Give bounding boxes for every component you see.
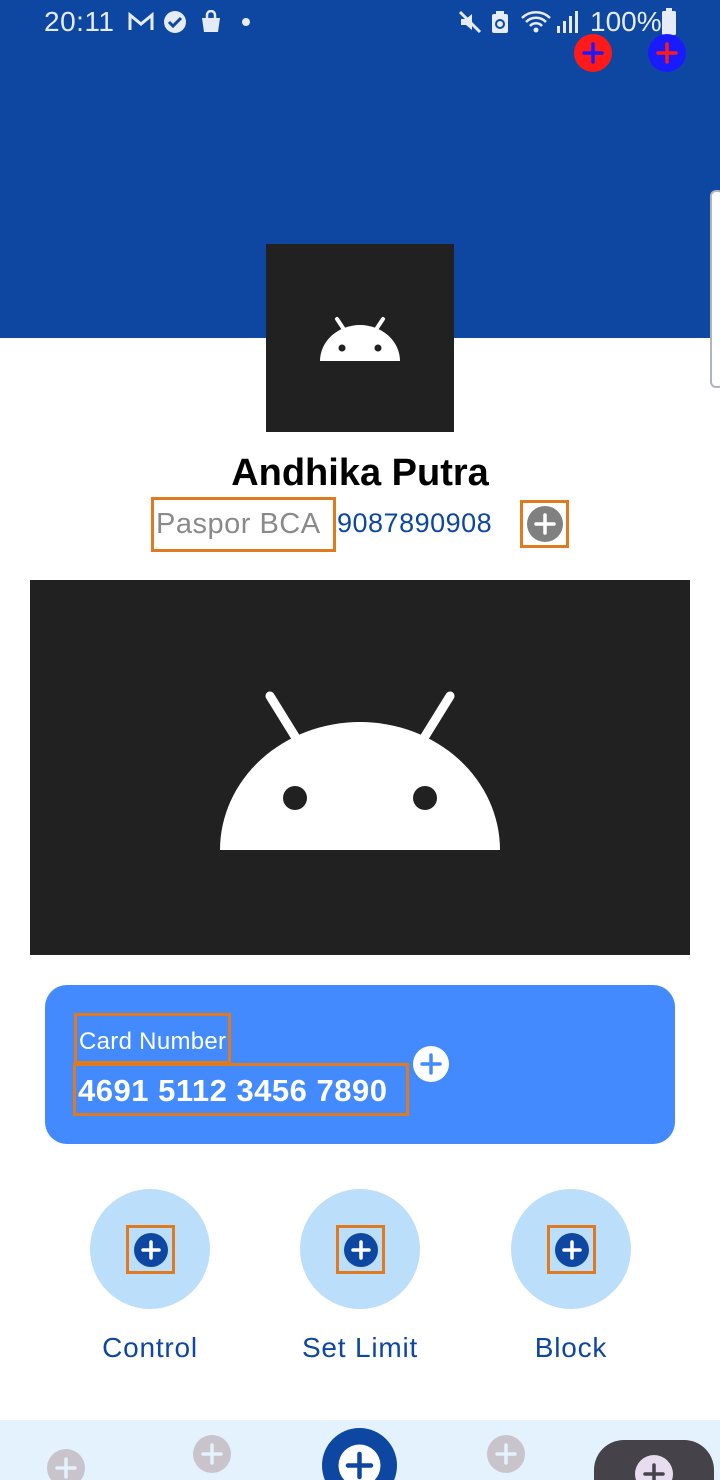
add-circle-icon [526,506,563,542]
profile-id-row: Paspor BCA 9087890908 [0,497,720,553]
action-control-circle[interactable] [90,1189,210,1309]
status-time: 20:11 [44,6,115,37]
add-circle-icon [338,1444,381,1480]
copy-card-number-button[interactable] [413,1046,449,1082]
banner-image [30,580,690,955]
nav-item-home[interactable] [322,1428,397,1480]
profile-avatar[interactable] [266,244,454,432]
id-type-label: Paspor BCA [151,497,336,552]
add-circle-icon [343,1232,378,1267]
nav-item-2[interactable] [192,1434,232,1474]
action-block-circle[interactable] [511,1189,631,1309]
action-set-limit-label[interactable]: Set Limit [250,1332,470,1364]
card-number-panel: Card Number 4691 5112 3456 7890 [45,985,675,1144]
action-block-icon-box[interactable] [547,1225,596,1274]
battery-icon [661,8,677,36]
signal-icon [556,10,580,34]
recycle-battery-icon [490,10,510,34]
nav-item-5-icon [634,1454,674,1480]
card-number-label: Card Number [74,1013,231,1064]
scrollbar-handle[interactable] [710,190,720,388]
red-add-button[interactable] [574,34,612,72]
id-number: 9087890908 [337,508,493,538]
nav-item-5[interactable] [594,1440,714,1480]
action-control[interactable] [90,1189,210,1309]
add-circle-icon [487,1435,525,1473]
add-icon [582,42,604,64]
check-circle-icon [163,10,187,34]
action-control-label[interactable]: Control [40,1332,260,1364]
add-circle-icon [193,1435,231,1473]
action-block[interactable] [511,1189,631,1309]
nav-item-4[interactable] [486,1434,526,1474]
status-bar: 20:11 100% [0,0,720,46]
profile-name: Andhika Putra [231,452,489,494]
action-block-label[interactable]: Block [461,1332,681,1364]
blue-add-button[interactable] [648,34,686,72]
nav-item-1[interactable] [46,1448,86,1480]
action-set-limit-circle[interactable] [300,1189,420,1309]
wifi-icon [520,10,552,34]
add-circle-icon [420,1053,442,1075]
gmail-icon [128,10,154,34]
mute-icon [458,10,482,34]
add-icon [656,42,678,64]
add-circle-icon [133,1232,168,1267]
copy-id-button[interactable] [520,500,569,548]
action-set-limit[interactable] [300,1189,420,1309]
add-circle-icon [635,1455,673,1480]
add-circle-icon [554,1232,589,1267]
android-icon [220,691,500,850]
android-icon [320,317,400,361]
card-number-value: 4691 5112 3456 7890 [73,1063,409,1116]
shopping-bag-icon [199,10,223,34]
action-set-limit-icon-box[interactable] [336,1225,385,1274]
add-circle-icon [47,1449,85,1480]
bottom-navigation [0,1420,720,1480]
action-control-icon-box[interactable] [126,1225,175,1274]
dot-icon [241,10,251,34]
